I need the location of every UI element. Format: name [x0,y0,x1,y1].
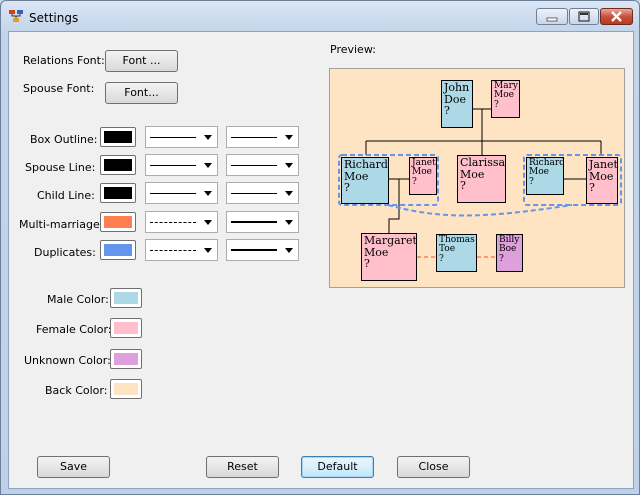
duplicates-color-button[interactable] [100,240,136,260]
duplicates-width-select[interactable] [226,239,299,261]
box-outline-width-select[interactable] [226,126,299,148]
tree-icon [9,10,23,22]
preview-node-thomas: Thomas Toe? [436,234,477,272]
chevron-down-icon [204,248,212,253]
minimize-icon [546,17,558,22]
duplicates-label: Duplicates: [34,246,96,259]
close-window-button[interactable] [600,8,633,25]
back-color-label: Back Color: [45,384,108,397]
preview-canvas: John Doe? Mary Moe? Richard Moe? Janet Moe? … [329,68,625,288]
chevron-down-icon [204,191,212,196]
multi-marriage-color-swatch [104,216,132,228]
title-bar[interactable]: Settings [1,1,639,31]
back-color-swatch [114,383,138,395]
spouse-line-label: Spouse Line: [25,161,96,174]
male-color-button[interactable] [110,288,142,308]
multi-marriage-color-button[interactable] [100,212,136,232]
spouse-font-button[interactable]: Font... [105,82,178,104]
female-color-label: Female Color: [36,323,112,336]
settings-window: Settings Relations Font: Font ... Spouse… [0,0,640,495]
default-button[interactable]: Default [301,456,374,478]
child-line-width-select[interactable] [226,182,299,204]
spouse-font-label: Spouse Font: [23,82,95,95]
chevron-down-icon [285,163,293,168]
male-color-label: Male Color: [47,293,109,306]
preview-node-richard-2: Richard Moe? [526,157,564,195]
chevron-down-icon [285,191,293,196]
duplicates-style-select[interactable] [145,239,218,261]
child-line-color-swatch [104,187,132,199]
settings-panel: Relations Font: Font ... Spouse Font: Fo… [8,31,634,489]
preview-node-janet-1: Janet Moe? [409,157,437,195]
spouse-line-style-select[interactable] [145,154,218,176]
chevron-down-icon [204,220,212,225]
spouse-line-color-button[interactable] [100,155,136,175]
preview-node-richard-1: Richard Moe? [341,157,389,204]
maximize-icon [578,11,590,22]
female-color-button[interactable] [110,318,142,338]
unknown-color-label: Unknown Color: [24,354,111,367]
child-line-style-select[interactable] [145,182,218,204]
chevron-down-icon [204,135,212,140]
multi-marriage-width-select[interactable] [226,211,299,233]
reset-button[interactable]: Reset [206,456,279,478]
spouse-line-width-select[interactable] [226,154,299,176]
preview-node-janet-2: Janet Moe? [586,157,618,204]
maximize-button[interactable] [569,8,599,25]
box-outline-color-button[interactable] [100,127,136,147]
chevron-down-icon [285,220,293,225]
preview-node-mary: Mary Moe? [491,80,520,118]
relations-font-button[interactable]: Font ... [105,50,178,72]
box-outline-style-select[interactable] [145,126,218,148]
box-outline-color-swatch [104,131,132,143]
spouse-line-color-swatch [104,159,132,171]
child-line-label: Child Line: [37,189,95,202]
multi-marriage-style-select[interactable] [145,211,218,233]
female-color-swatch [114,322,138,334]
unknown-color-button[interactable] [110,349,142,369]
back-color-button[interactable] [110,379,142,399]
duplicates-color-swatch [104,244,132,256]
relations-font-label: Relations Font: [23,54,105,67]
save-button[interactable]: Save [37,456,110,478]
chevron-down-icon [285,135,293,140]
child-line-color-button[interactable] [100,183,136,203]
close-button[interactable]: Close [397,456,470,478]
window-title: Settings [29,11,79,25]
preview-node-margaret: Margaret Moe? [361,233,417,281]
minimize-button[interactable] [536,8,568,25]
male-color-swatch [114,292,138,304]
close-icon [611,11,622,22]
preview-node-billy: Billy Boe? [496,234,523,272]
preview-node-clarissa: Clarissa Moe? [457,155,506,203]
chevron-down-icon [204,163,212,168]
chevron-down-icon [285,248,293,253]
unknown-color-swatch [114,353,138,365]
box-outline-label: Box Outline: [30,133,98,146]
preview-node-john: John Doe? [441,80,473,128]
multi-marriage-label: Multi-marriage: [19,218,104,231]
preview-label: Preview: [330,43,376,56]
